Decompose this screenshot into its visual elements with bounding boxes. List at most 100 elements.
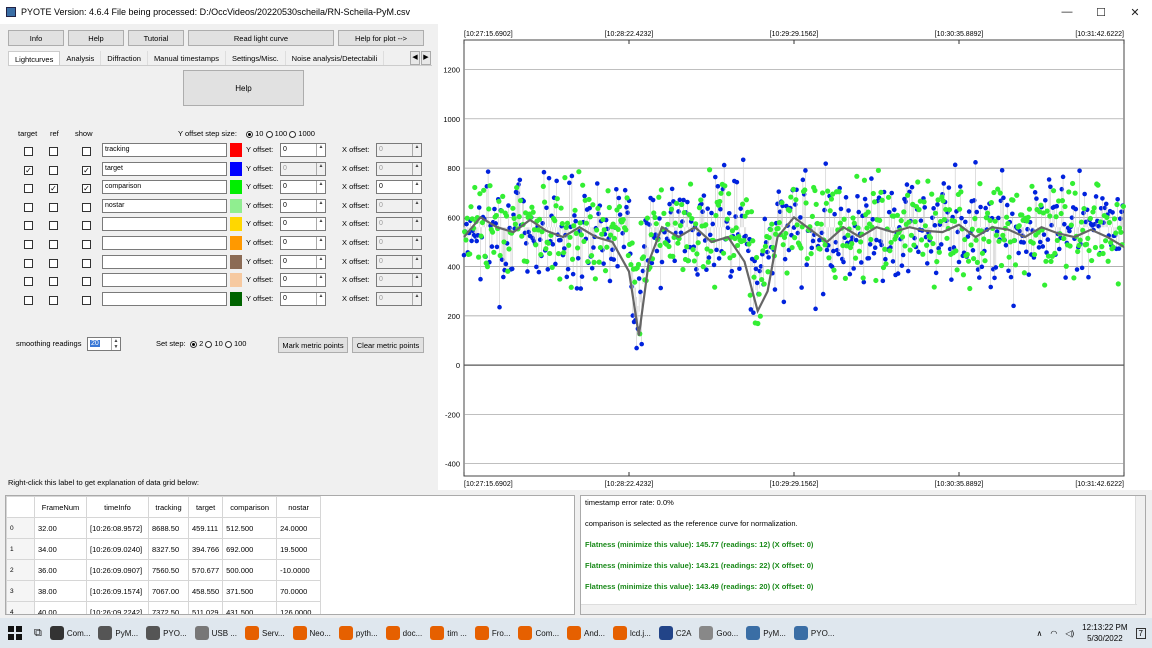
color-swatch[interactable] [230, 198, 242, 213]
table-cell[interactable]: 126.0000 [276, 601, 322, 614]
table-cell[interactable]: 7372.50 [148, 601, 189, 614]
set-step-10-radio[interactable] [205, 340, 213, 348]
set-step-2-radio[interactable] [190, 340, 197, 348]
volume-icon[interactable]: ◁) [1065, 629, 1074, 638]
table-cell[interactable]: [10:26:09.2242] [86, 601, 149, 614]
target-checkbox[interactable] [24, 240, 33, 249]
target-checkbox[interactable] [24, 258, 33, 268]
ref-checkbox[interactable] [49, 147, 58, 156]
show-checkbox[interactable] [82, 295, 91, 305]
y-offset-spinner[interactable]: 0 ▲ [280, 291, 326, 306]
taskbar-item[interactable]: Neo... [289, 618, 335, 648]
table-row[interactable]: 3 38.00 [10:26:09.1574] 7067.00 458.550 371.5… [6, 580, 322, 602]
x-offset-spinner[interactable]: 0 ▲ [376, 161, 422, 176]
table-cell[interactable]: -10.0000 [276, 559, 322, 581]
y-offset-spinner[interactable]: 0 ▲ [280, 161, 326, 176]
help-for-plot-button[interactable]: Help for plot --> [338, 30, 424, 46]
y-offset-spinner[interactable]: 0 ▲ [280, 143, 326, 157]
table-cell[interactable]: 371.500 [222, 580, 278, 602]
spinner-arrows-icon[interactable]: ▲ ▼ [111, 338, 120, 350]
show-checkbox[interactable] [82, 240, 91, 249]
tab-manual-timestamps[interactable]: Manual timestamps [148, 51, 226, 65]
ref-checkbox[interactable] [49, 258, 58, 268]
table-cell[interactable]: 32.00 [34, 517, 87, 539]
help-button[interactable]: Help [68, 30, 124, 46]
target-checkbox[interactable] [24, 202, 33, 212]
tutorial-button[interactable]: Tutorial [128, 30, 184, 46]
spinner-arrows-icon[interactable]: ▲ [316, 199, 325, 212]
show-checkbox[interactable]: ✓ [82, 184, 91, 194]
column-header-timeinfo[interactable]: timeInfo [86, 496, 149, 518]
log-vertical-scrollbar[interactable] [1135, 496, 1145, 614]
log-horizontal-scrollbar[interactable] [581, 604, 1137, 614]
taskbar-item[interactable]: PYO... [142, 618, 191, 648]
data-grid[interactable]: FrameNum timeInfo tracking target comparison… [5, 495, 575, 615]
minimize-button[interactable]: — [1050, 0, 1084, 24]
show-checkbox[interactable] [82, 202, 91, 212]
x-offset-spinner[interactable]: 0 ▲ [376, 198, 422, 213]
x-offset-spinner[interactable]: 0 ▲ [376, 273, 422, 288]
color-swatch[interactable] [230, 161, 242, 176]
show-checkbox[interactable]: ✓ [82, 165, 91, 175]
tab-lightcurves[interactable]: Lightcurves [8, 51, 61, 65]
light-curve-plot[interactable]: 1200 1000 800 600 400 200 0 -200 -400 [10:27:15.6… [438, 24, 1152, 490]
show-checkbox[interactable] [82, 277, 91, 287]
curve-name-field[interactable] [102, 217, 227, 232]
smoothing-input[interactable]: 20 ▲ ▼ [87, 337, 121, 351]
table-cell[interactable]: [10:26:09.0907] [86, 559, 149, 581]
spinner-arrows-icon[interactable]: ▲ [412, 274, 421, 287]
target-checkbox[interactable] [24, 221, 33, 231]
ref-checkbox[interactable] [49, 277, 58, 287]
curve-name-field[interactable] [102, 291, 227, 306]
spinner-arrows-icon[interactable]: ▲ [316, 162, 325, 175]
table-cell[interactable]: 19.5000 [276, 538, 322, 560]
table-cell[interactable]: 70.0000 [276, 580, 322, 602]
x-offset-spinner[interactable]: 0 ▲ [376, 180, 422, 195]
spinner-arrows-icon[interactable]: ▲ [412, 181, 421, 194]
spinner-arrows-icon[interactable]: ▲ [316, 274, 325, 287]
table-cell[interactable]: [10:26:09.1574] [86, 580, 149, 602]
spinner-arrows-icon[interactable]: ▲ [316, 255, 325, 268]
taskbar-item[interactable]: lcd.j... [609, 618, 655, 648]
show-checkbox[interactable] [82, 147, 91, 156]
target-checkbox[interactable] [24, 277, 33, 287]
target-checkbox[interactable] [24, 147, 33, 156]
table-row[interactable]: 2 36.00 [10:26:09.0907] 7560.50 570.677 500.0… [6, 559, 322, 581]
y-offset-spinner[interactable]: 0 ▲ [280, 254, 326, 269]
ref-checkbox[interactable] [49, 165, 58, 175]
spinner-arrows-icon[interactable]: ▲ [412, 199, 421, 212]
clock[interactable]: 12:13:22 PM 5/30/2022 [1082, 622, 1127, 644]
tab-diffraction[interactable]: Diffraction [101, 51, 148, 65]
curve-name-field[interactable]: nostar [102, 198, 227, 213]
table-cell[interactable]: 570.677 [187, 559, 224, 581]
read-light-curve-button[interactable]: Read light curve [188, 30, 334, 46]
spinner-arrows-icon[interactable]: ▲ [412, 162, 421, 175]
ref-checkbox[interactable]: ✓ [49, 184, 58, 194]
color-swatch[interactable] [230, 254, 242, 269]
x-offset-spinner[interactable]: 0 ▲ [376, 236, 422, 250]
step-100-radio[interactable] [265, 130, 273, 138]
table-cell[interactable]: 34.00 [34, 538, 87, 560]
spinner-arrows-icon[interactable]: ▲ [316, 144, 325, 156]
spinner-arrows-icon[interactable]: ▲ [412, 218, 421, 231]
spinner-arrows-icon[interactable]: ▲ [316, 237, 325, 249]
color-swatch[interactable] [230, 180, 242, 195]
column-header-framenum[interactable]: FrameNum [34, 496, 87, 518]
table-cell[interactable]: 394.766 [187, 538, 224, 560]
column-header-tracking[interactable]: tracking [148, 496, 189, 518]
x-offset-spinner[interactable]: 0 ▲ [376, 254, 422, 269]
target-checkbox[interactable]: ✓ [24, 165, 33, 175]
table-cell[interactable]: 431.500 [222, 601, 278, 614]
tab-scroll-left-button[interactable]: ◀ [410, 51, 420, 65]
column-header-comparison[interactable]: comparison [222, 496, 278, 518]
table-row[interactable]: 1 34.00 [10:26:09.0240] 8327.50 394.766 692.0… [6, 538, 322, 560]
clear-metric-points-button[interactable]: Clear metric points [352, 337, 424, 353]
table-cell[interactable]: 512.500 [222, 517, 278, 539]
table-cell[interactable]: 40.00 [34, 601, 87, 614]
show-checkbox[interactable] [82, 221, 91, 231]
grid-info-label[interactable]: Right-click this label to get explanatio… [8, 478, 199, 487]
close-button[interactable]: ✕ [1118, 0, 1152, 24]
maximize-button[interactable]: ☐ [1084, 0, 1118, 24]
x-offset-spinner[interactable]: 0 ▲ [376, 217, 422, 232]
taskbar-item[interactable]: doc... [382, 618, 427, 648]
